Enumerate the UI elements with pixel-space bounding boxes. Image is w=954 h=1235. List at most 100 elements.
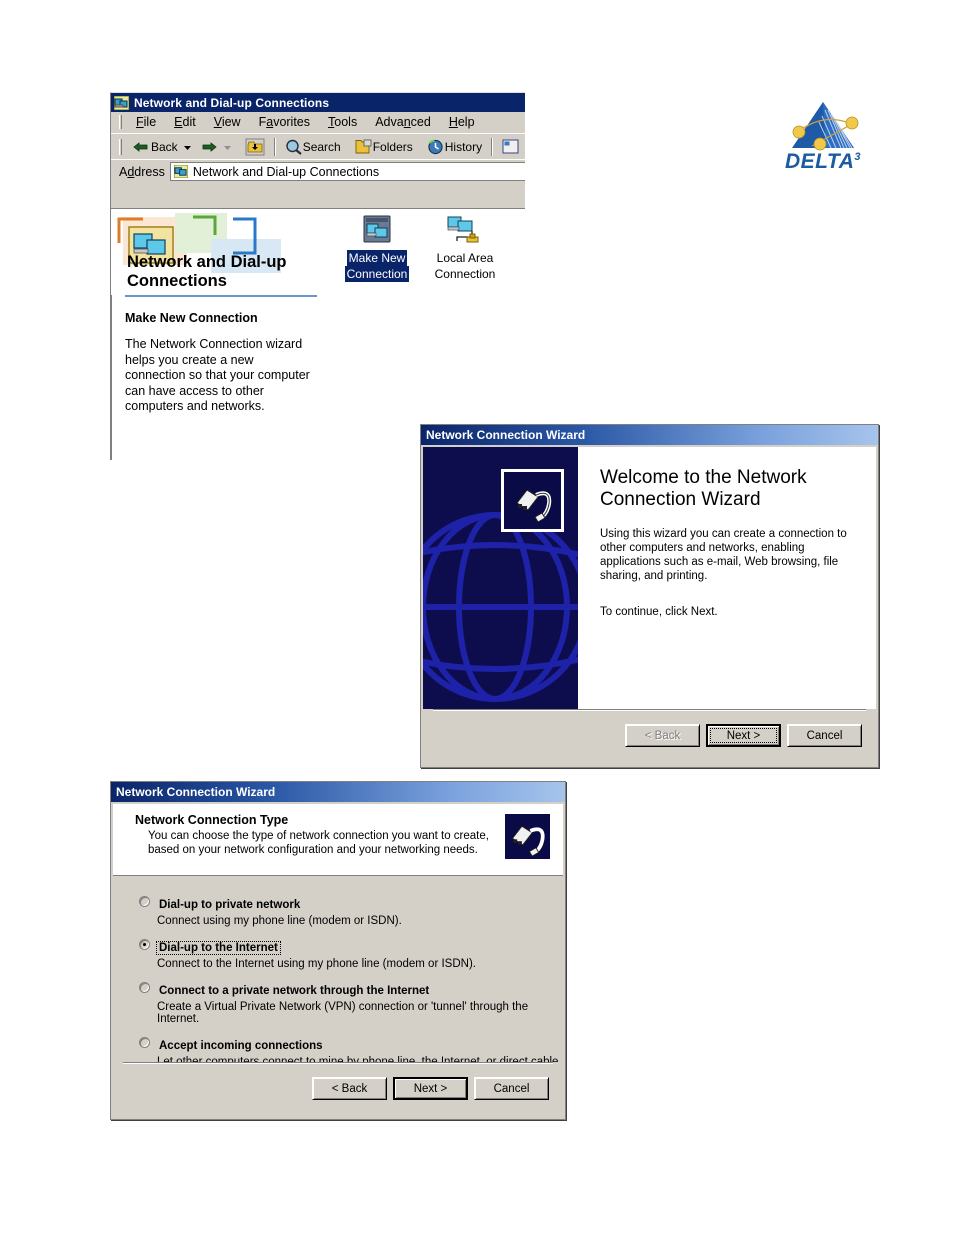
folders-button[interactable]: Folders <box>351 137 417 157</box>
item-label-line1: Make New <box>346 250 408 266</box>
explorer-bar: Network and Dial-up Connections Make New… <box>111 209 333 460</box>
wizard-title: Network Connection Wizard <box>426 428 586 442</box>
menu-help[interactable]: Help <box>440 113 484 131</box>
option-dialup-private-network[interactable]: Dial-up to private network Connect using… <box>139 895 563 927</box>
history-icon <box>428 139 443 154</box>
wizard-content: Welcome to the Network Connection Wizard… <box>578 447 876 709</box>
menu-bar: File Edit View Favorites Tools Advanced … <box>111 112 525 133</box>
option-desc: Connect using my phone line (modem or IS… <box>157 915 402 927</box>
menu-advanced[interactable]: Advanced <box>366 113 440 131</box>
forward-button[interactable] <box>197 138 237 156</box>
history-button[interactable]: History <box>423 137 486 157</box>
toolbar-grip[interactable] <box>119 138 122 155</box>
forward-arrow-icon <box>202 141 217 152</box>
wizard-body: Welcome to the Network Connection Wizard… <box>423 447 876 709</box>
chevron-down-icon[interactable] <box>222 141 233 153</box>
wizard-title: Network Connection Wizard <box>116 785 276 799</box>
wizard-footer: < Back Next > Cancel <box>113 1062 563 1117</box>
explorer-bar-heading: Make New Connection <box>125 311 258 325</box>
back-button-label: < Back <box>644 729 681 742</box>
option-vpn-through-internet[interactable]: Connect to a private network through the… <box>139 981 563 1025</box>
option-desc: Create a Virtual Private Network (VPN) c… <box>157 1001 529 1025</box>
folder-icon-pane[interactable]: Make New Connection Local Area Connectio… <box>333 209 525 460</box>
wizard-page-title: Network Connection Type <box>135 813 289 827</box>
search-button-label: Search <box>302 139 341 154</box>
option-title: Connect to a private network through the… <box>159 985 430 997</box>
delta3-logo: DELTA3 <box>768 96 878 173</box>
folders-button-label: Folders <box>372 139 413 154</box>
explorer-bar-description: The Network Connection wizard helps you … <box>125 337 310 413</box>
item-label-line2: Connection <box>434 267 496 281</box>
wizard-button-row: < Back Next > Cancel <box>113 1064 563 1100</box>
back-arrow-icon <box>133 141 148 152</box>
back-button[interactable]: < Back <box>625 724 700 747</box>
address-bar: Address Network and Dial-up Connections <box>111 159 525 183</box>
item-local-area-connection[interactable]: Local Area Connection <box>427 213 503 282</box>
explorer-bar-banner: Network and Dial-up Connections <box>111 209 333 295</box>
back-button-label: Back <box>151 139 178 154</box>
network-connection-wizard-welcome: Network Connection Wizard Welcome to the… <box>420 424 879 768</box>
menu-favorites[interactable]: Favorites <box>250 113 319 131</box>
item-label-line1: Local Area <box>436 251 494 265</box>
wizard-titlebar: Network Connection Wizard <box>421 425 878 445</box>
menu-view[interactable]: View <box>205 113 250 131</box>
item-label-line2: Connection <box>344 266 410 282</box>
item-make-new-connection[interactable]: Make New Connection <box>339 213 415 282</box>
next-button[interactable]: Next > <box>706 724 781 747</box>
search-icon <box>285 139 302 155</box>
option-title: Accept incoming connections <box>159 1040 323 1052</box>
network-cable-plug-icon <box>505 814 550 859</box>
wizard-art-panel <box>423 447 578 709</box>
menu-file[interactable]: File <box>127 113 165 131</box>
wizard-page-desc: You can choose the type of network conne… <box>148 830 489 856</box>
wizard-page-header: Network Connection Type You can choose t… <box>113 804 563 876</box>
connection-type-options: Dial-up to private network Connect using… <box>113 877 563 1111</box>
menu-grip[interactable] <box>119 115 122 129</box>
next-button[interactable]: Next > <box>393 1077 468 1100</box>
search-button[interactable]: Search <box>281 137 345 157</box>
wizard-heading: Welcome to the Network Connection Wizard <box>600 467 807 510</box>
window-title: Network and Dial-up Connections <box>134 95 330 110</box>
wizard-paragraph-2: To continue, click Next. <box>600 606 718 618</box>
back-button[interactable]: < Back <box>312 1077 387 1100</box>
local-area-connection-icon <box>447 216 479 243</box>
cancel-button-label: Cancel <box>806 729 843 742</box>
cancel-button[interactable]: Cancel <box>787 724 862 747</box>
network-cable-plug-icon <box>515 488 551 523</box>
option-title: Dial-up to the Internet <box>156 941 281 955</box>
cancel-button[interactable]: Cancel <box>474 1077 549 1100</box>
explorer-client-area: Network and Dial-up Connections Make New… <box>111 208 525 460</box>
toolbar-separator <box>273 137 276 156</box>
toolbar-separator-2 <box>491 137 494 156</box>
toolbar: Back Search Folders History <box>111 133 525 159</box>
chevron-down-icon[interactable] <box>182 141 193 153</box>
network-connections-window: Network and Dial-up Connections File Edi… <box>110 92 525 460</box>
up-button[interactable] <box>241 136 269 158</box>
option-dialup-internet[interactable]: Dial-up to the Internet Connect to the I… <box>139 938 563 970</box>
menu-tools[interactable]: Tools <box>319 113 366 131</box>
radio-icon[interactable] <box>139 1037 150 1048</box>
wizard-paragraph-1: Using this wizard you can create a conne… <box>600 528 847 582</box>
radio-icon[interactable] <box>139 896 150 907</box>
folders-icon <box>355 139 372 153</box>
views-button[interactable] <box>498 137 524 157</box>
focus-rect <box>710 728 777 743</box>
menu-edit[interactable]: Edit <box>165 113 205 131</box>
history-button-label: History <box>444 139 483 154</box>
wizard-page-header-text: Network Connection Type You can choose t… <box>135 813 504 875</box>
cancel-button-label: Cancel <box>493 1082 530 1095</box>
explorer-bar-divider <box>125 295 317 297</box>
address-input[interactable]: Network and Dial-up Connections <box>169 162 525 181</box>
radio-icon[interactable] <box>139 939 150 950</box>
views-icon <box>502 139 519 153</box>
option-title: Dial-up to private network <box>159 899 301 911</box>
radio-icon[interactable] <box>139 982 150 993</box>
back-button[interactable]: Back <box>128 138 197 156</box>
up-folder-icon <box>245 138 265 155</box>
address-value: Network and Dial-up Connections <box>192 164 380 179</box>
delta3-mark-icon <box>792 102 859 151</box>
make-new-connection-icon <box>363 215 391 243</box>
explorer-bar-title: Network and Dial-up Connections <box>127 253 287 290</box>
network-cable-plug-icon-frame <box>504 813 551 860</box>
option-desc: Connect to the Internet using my phone l… <box>157 958 476 970</box>
